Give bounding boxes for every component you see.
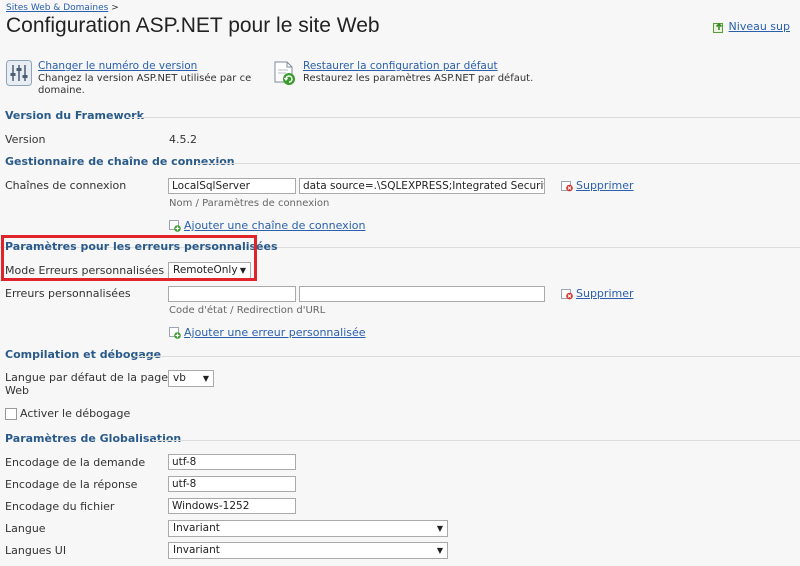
connection-name-input[interactable]: LocalSqlServer [168,178,296,194]
debug-checkbox[interactable] [5,408,17,420]
request-encoding-label: Encodage de la demande [5,456,146,469]
request-encoding-input[interactable]: utf-8 [168,454,296,470]
restore-defaults-action: Restaurer la configuration par défaut Re… [271,60,543,86]
section-divider [135,356,800,357]
error-redirect-input[interactable] [299,286,545,302]
restore-defaults-text: Restaurer la configuration par défaut Re… [303,60,543,86]
settings-sliders-icon [6,60,32,86]
dropdown-arrow-icon: ▼ [202,374,209,383]
file-encoding-input[interactable]: Windows-1252 [168,498,296,514]
add-connection-link[interactable]: Ajouter une chaîne de connexion [184,219,365,232]
highlight-box [1,235,257,281]
custom-errors-hint: Code d'état / Redirection d'URL [169,305,326,316]
default-language-select[interactable]: vb ▼ [168,370,214,387]
error-code-input[interactable] [168,286,296,302]
connection-strings-label: Chaînes de connexion [5,179,127,192]
default-language-label-line2: Web [5,384,29,397]
change-version-link[interactable]: Changer le numéro de version [38,60,197,72]
custom-errors-label: Erreurs personnalisées [5,287,131,300]
restore-defaults-link[interactable]: Restaurer la configuration par défaut [303,60,498,72]
default-language-label: Langue par défaut de la page Web [5,371,168,397]
ui-culture-select[interactable]: Invariant ▼ [168,542,448,559]
up-arrow-icon [712,22,723,33]
section-divider [152,440,800,441]
delete-icon [561,180,573,191]
breadcrumb: Sites Web & Domaines > [6,3,119,13]
delete-icon [561,288,573,299]
culture-select[interactable]: Invariant ▼ [168,520,448,537]
add-custom-error-link[interactable]: Ajouter une erreur personnalisée [184,326,366,339]
section-framework-title: Version du Framework [5,109,144,122]
add-icon [169,219,181,232]
restore-document-icon [274,61,295,85]
custom-error-delete[interactable]: Supprimer [561,287,634,300]
connection-hint: Nom / Paramètres de connexion [169,198,330,209]
connection-delete[interactable]: Supprimer [561,179,634,192]
file-encoding-label: Encodage du fichier [5,500,115,513]
section-globalization-title: Paramètres de Globalisation [5,432,182,445]
default-language-value: vb [173,372,186,384]
section-connection-title: Gestionnaire de chaîne de connexion [5,155,235,168]
dropdown-arrow-icon: ▼ [436,546,443,555]
section-divider [197,163,800,164]
page-title: Configuration ASP.NET pour le site Web [6,14,380,37]
custom-error-delete-link[interactable]: Supprimer [576,287,634,300]
add-custom-error[interactable]: Ajouter une erreur personnalisée [169,326,366,339]
breadcrumb-separator: > [111,3,119,13]
up-level-link[interactable]: Niveau sup [712,20,790,33]
debug-label: Activer le débogage [20,407,131,420]
up-level-label[interactable]: Niveau sup [729,20,790,33]
response-encoding-label: Encodage de la réponse [5,478,138,491]
dropdown-arrow-icon: ▼ [436,524,443,533]
add-icon [169,326,181,339]
culture-label: Langue [5,522,46,535]
version-value: 4.5.2 [169,133,197,146]
section-divider [126,117,800,118]
ui-culture-value: Invariant [173,544,220,556]
restore-defaults-desc: Restaurez les paramètres ASP.NET par déf… [303,73,534,84]
section-compilation-title: Compilation et débogage [5,348,162,361]
change-version-text: Changer le numéro de version Changez la … [38,60,253,97]
version-label: Version [5,133,46,146]
add-connection[interactable]: Ajouter une chaîne de connexion [169,219,365,232]
breadcrumb-link-sites[interactable]: Sites Web & Domaines [6,3,108,13]
ui-culture-label: Langues UI [5,544,67,557]
change-version-desc: Changez la version ASP.NET utilisée par … [38,73,252,96]
connection-params-input[interactable]: data source=.\SQLEXPRESS;Integrated Secu… [299,178,545,194]
default-language-label-line1: Langue par défaut de la page [5,371,168,384]
response-encoding-input[interactable]: utf-8 [168,476,296,492]
change-version-action: Changer le numéro de version Changez la … [6,60,253,97]
connection-delete-link[interactable]: Supprimer [576,179,634,192]
culture-value: Invariant [173,522,220,534]
